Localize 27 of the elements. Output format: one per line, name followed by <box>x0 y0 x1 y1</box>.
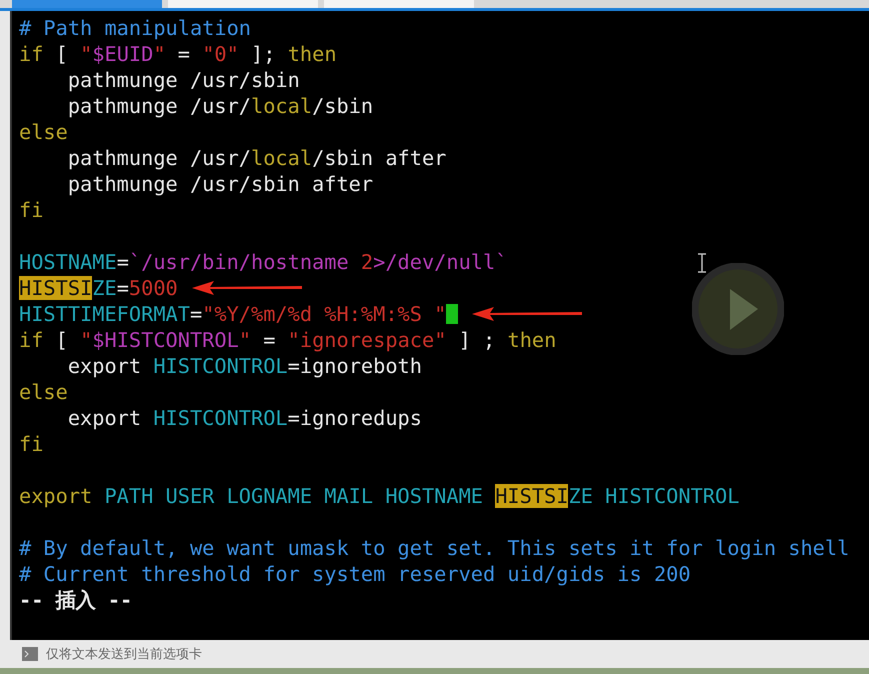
code-line: pathmunge /usr/sbin <box>66 67 300 93</box>
code-line: else <box>19 119 68 145</box>
mode-indicator: -- 插入 -- <box>19 587 132 613</box>
code-line: export HISTCONTROL=ignoreboth <box>66 353 422 379</box>
code-line: pathmunge /usr/sbin after <box>66 171 374 197</box>
status-text: 仅将文本发送到当前选项卡 <box>46 646 202 663</box>
code-line: # Path manipulation <box>19 15 251 41</box>
code-line: export HISTCONTROL=ignoredups <box>66 405 422 431</box>
tab[interactable] <box>324 0 474 8</box>
tab[interactable] <box>168 0 318 8</box>
code-line: fi <box>19 431 44 457</box>
code-line: # By default, we want umask to get set. This sets it for login shell <box>19 535 850 561</box>
tab[interactable] <box>12 0 162 8</box>
code-line: HOSTNAME=`/usr/bin/hostname 2>/dev/null` <box>19 249 508 275</box>
code-line: HISTTIMEFORMAT="%Y/%m/%d %H:%M:%S " <box>19 301 446 327</box>
code-line: if [ "$EUID" = "0" ]; then <box>19 41 337 67</box>
code-line: export PATH USER LOGNAME MAIL HOSTNAME HISTSIZE HISTCONTROL <box>19 483 740 509</box>
code-line: if [ "$HISTCONTROL" = "ignorespace" ] ; then <box>19 327 556 353</box>
code-line: pathmunge /usr/local/sbin after <box>66 145 446 171</box>
code-line: fi <box>19 197 44 223</box>
code-line: # Current threshold for system reserved uid/gids is 200 <box>19 561 691 587</box>
play-button[interactable] <box>692 263 784 355</box>
code-line: pathmunge /usr/local/sbin <box>66 93 374 119</box>
terminal-icon <box>22 647 38 661</box>
code-line: else <box>19 379 68 405</box>
text-cursor-icon <box>697 253 707 273</box>
code-line: HISTSIZE=5000 <box>19 275 178 301</box>
